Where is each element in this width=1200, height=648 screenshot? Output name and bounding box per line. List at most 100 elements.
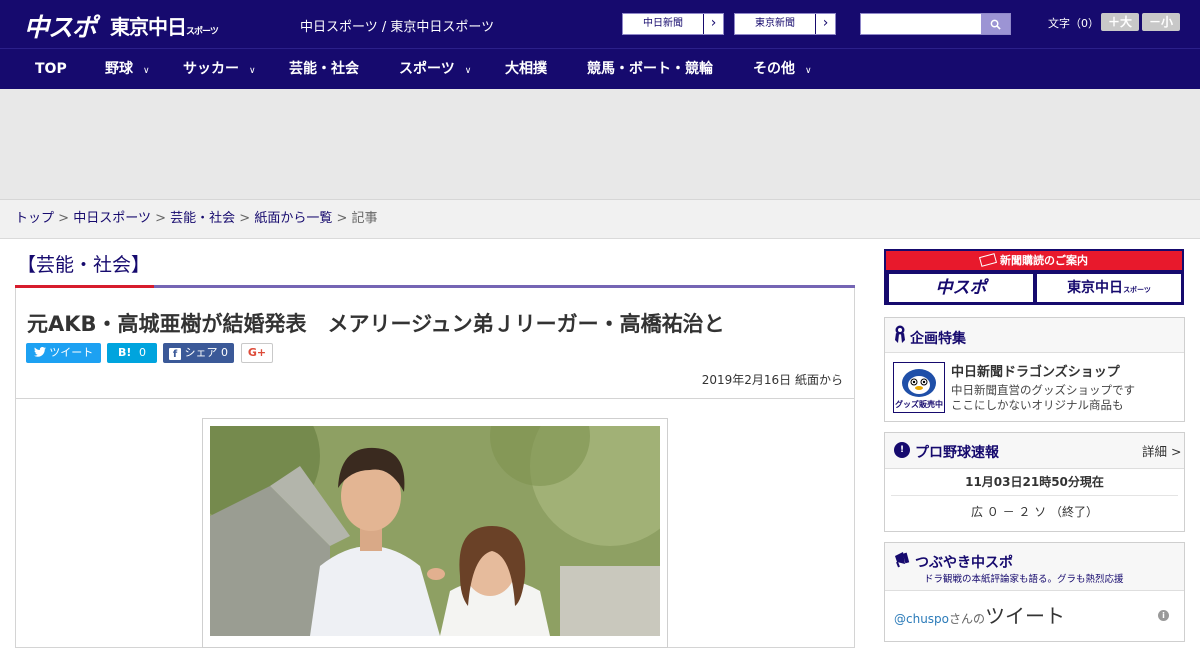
nav-item-label: スポーツ xyxy=(399,61,455,77)
baseball-icon: ! xyxy=(894,442,910,458)
chevron-down-icon: ∨ xyxy=(805,66,812,76)
subscription-title-bar: 新聞購読のご案内 xyxy=(886,251,1182,270)
twitter-timeline-header: @chuspoさんのツイート xyxy=(894,600,1065,629)
tweets-subtitle: ドラ観戦の本紙評論家も語る。グラも熱烈応援 xyxy=(924,574,1124,585)
nav-item-label: TOP xyxy=(35,61,67,77)
couple-photo-illustration xyxy=(210,426,660,636)
dragons-shop-thumbnail[interactable]: グッズ販売中 xyxy=(893,362,945,413)
article-date: 2019年2月16日 xyxy=(701,373,792,387)
chevron-down-icon: ∨ xyxy=(143,66,150,76)
google-plus-icon: G+ xyxy=(247,346,267,359)
article-photo[interactable] xyxy=(210,426,660,636)
tweets-title: つぶやき中スポ xyxy=(915,555,1013,571)
hatena-bookmark-button[interactable]: B! 0 xyxy=(107,343,157,363)
chunichi-shimbun-label: 中日新聞 xyxy=(643,18,683,29)
tweet-label: ツイート xyxy=(49,346,94,359)
font-larger-button[interactable]: ＋大 xyxy=(1101,13,1139,31)
subscription-banner[interactable]: 新聞購読のご案内 中スポ 東京中日スポーツ xyxy=(884,249,1184,305)
subscribe-tokyo-small: スポーツ xyxy=(1123,286,1151,294)
nav-item-sumo[interactable]: 大相撲 xyxy=(505,49,547,90)
nav-item-label: 野球 xyxy=(105,61,133,77)
subscribe-chuspo-logo[interactable]: 中スポ xyxy=(889,274,1033,302)
nav-item-label: サッカー xyxy=(183,61,239,77)
facebook-share-label: シェア xyxy=(184,346,218,359)
ribbon-icon xyxy=(895,325,905,343)
hatena-icon: B! xyxy=(118,346,132,359)
search-button[interactable] xyxy=(981,14,1010,34)
twitter-handle[interactable]: @chuspo xyxy=(894,612,949,626)
breadcrumb-chunichi-sports[interactable]: 中日スポーツ xyxy=(73,211,151,226)
chevron-right-icon: › xyxy=(703,14,723,34)
chevron-down-icon: ∨ xyxy=(249,66,256,76)
baseball-title: プロ野球速報 xyxy=(915,445,999,461)
article-dateline: 2019年2月16日 紙面から xyxy=(702,371,843,388)
feature-title: 企画特集 xyxy=(910,331,966,347)
nav-item-top[interactable]: TOP xyxy=(35,49,67,90)
chuspo-logo[interactable]: 中スポ xyxy=(24,8,97,44)
category-heading: 【芸能・社会】 xyxy=(17,254,151,276)
info-icon[interactable]: i xyxy=(1158,610,1169,621)
breadcrumb-separator: > xyxy=(58,211,70,226)
top-bar: 中スポ 東京中日スポーツ 中日スポーツ / 東京中日スポーツ 中日新聞 › 東京… xyxy=(0,0,1200,48)
facebook-icon: f xyxy=(169,348,181,360)
tokyo-logo-small: スポーツ xyxy=(186,27,219,37)
baseball-score[interactable]: 広 ０ － ２ ソ （終了） xyxy=(884,503,1185,520)
dragons-shop-desc-2: ここにしかないオリジナル商品も xyxy=(951,398,1124,412)
nav-item-soccer[interactable]: サッカー ∨ xyxy=(183,49,256,90)
tokyo-shimbun-button[interactable]: 東京新聞 › xyxy=(734,13,836,35)
subscribe-tokyo-logo[interactable]: 東京中日スポーツ xyxy=(1037,274,1181,302)
article-divider xyxy=(16,398,854,399)
breadcrumb-separator: > xyxy=(155,211,166,226)
nav-item-baseball[interactable]: 野球 ∨ xyxy=(105,49,150,90)
subscribe-tokyo-text: 東京中日 xyxy=(1067,280,1124,296)
dragons-shop-desc-1: 中日新聞直営のグッズショップです xyxy=(951,383,1135,397)
google-plus-button[interactable]: G+ xyxy=(241,343,273,363)
baseball-divider xyxy=(891,495,1178,496)
article-source: 紙面から xyxy=(794,373,843,387)
breadcrumb: トップ > 中日スポーツ > 芸能・社会 > 紙面から一覧 > 記事 xyxy=(0,200,1200,239)
site-title[interactable]: 中日スポーツ / 東京中日スポーツ xyxy=(300,16,494,35)
nav-item-label: 競馬・ボート・競輪 xyxy=(587,61,713,77)
baseball-detail-link[interactable]: 詳細 > xyxy=(1142,441,1181,460)
tweets-word: ツイート xyxy=(985,604,1066,628)
nav-item-label: 芸能・社会 xyxy=(289,61,359,77)
hatena-count: 0 xyxy=(138,346,146,359)
mascot-icon xyxy=(902,369,936,397)
font-size-label: 文字（0） xyxy=(1048,17,1099,30)
main-nav: TOP 野球 ∨ サッカー ∨ 芸能・社会 スポーツ ∨ 大相撲 競馬・ボート・競輪 … xyxy=(0,48,1200,89)
search-input[interactable] xyxy=(861,14,981,34)
chunichi-shimbun-button[interactable]: 中日新聞 › xyxy=(622,13,724,35)
breadcrumb-entertainment[interactable]: 芸能・社会 xyxy=(170,211,235,226)
twitter-icon xyxy=(33,346,46,357)
facebook-share-button[interactable]: f シェア 0 xyxy=(163,343,234,363)
breadcrumb-separator: > xyxy=(336,211,348,226)
search-icon xyxy=(990,19,1001,30)
nav-item-other[interactable]: その他 ∨ xyxy=(753,49,812,90)
tokyo-shimbun-label: 東京新聞 xyxy=(755,18,795,29)
font-smaller-button[interactable]: －小 xyxy=(1142,13,1180,31)
megaphone-icon xyxy=(893,550,913,572)
tweet-button[interactable]: ツイート xyxy=(26,343,101,363)
newspaper-icon xyxy=(978,253,998,267)
article-headline: 元AKB・高城亜樹が結婚発表 メアリージュン弟Ｊリーガー・高橋祐治と xyxy=(27,312,725,336)
twitter-handle-suffix: さんの xyxy=(949,612,986,626)
tokyo-chunichi-logo[interactable]: 東京中日スポーツ xyxy=(110,11,219,40)
breadcrumb-separator: > xyxy=(239,211,251,226)
tokyo-logo-text: 東京中日 xyxy=(110,15,187,39)
breadcrumb-current: 記事 xyxy=(351,211,378,226)
nav-item-sports[interactable]: スポーツ ∨ xyxy=(399,49,471,90)
nav-item-entertainment[interactable]: 芸能・社会 xyxy=(289,49,359,90)
subscription-title: 新聞購読のご案内 xyxy=(1000,254,1088,267)
chevron-right-icon: › xyxy=(815,14,835,34)
nav-item-label: 大相撲 xyxy=(505,61,547,77)
baseball-timestamp: 11月03日21時50分現在 xyxy=(965,475,1104,489)
thumbnail-label: グッズ販売中 xyxy=(894,398,944,412)
facebook-share-count: 0 xyxy=(221,346,228,359)
breadcrumb-top[interactable]: トップ xyxy=(15,211,54,226)
dragons-shop-title[interactable]: 中日新聞ドラゴンズショップ xyxy=(951,361,1120,380)
search-box xyxy=(860,13,1011,35)
ad-banner-area xyxy=(0,89,1200,200)
breadcrumb-paper-list[interactable]: 紙面から一覧 xyxy=(254,211,332,226)
nav-item-racing[interactable]: 競馬・ボート・競輪 xyxy=(587,49,713,90)
chevron-down-icon: ∨ xyxy=(464,66,472,76)
